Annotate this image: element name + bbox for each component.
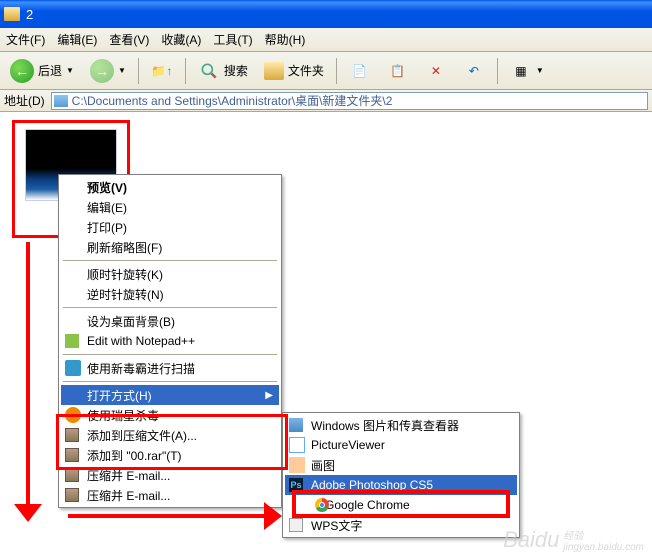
arrow-right-icon: ▶ (265, 390, 273, 401)
folder-icon (54, 95, 68, 107)
annotation-arrow (26, 242, 30, 512)
menu-favorites[interactable]: 收藏(A) (161, 31, 201, 48)
menu-help[interactable]: 帮助(H) (265, 31, 306, 48)
up-folder-icon: 📁↑ (151, 60, 173, 82)
wps-icon (289, 518, 303, 532)
separator (185, 58, 186, 84)
ctx-open-with[interactable]: 打开方式(H)▶ (61, 385, 279, 405)
tb-move-button[interactable]: 📄 (343, 56, 377, 86)
forward-button[interactable]: → ▼ (84, 56, 132, 86)
sub-wps[interactable]: WPS文字 (285, 515, 517, 535)
ctx-add-archive[interactable]: 添加到压缩文件(A)... (61, 425, 279, 445)
ctx-rotate-cw[interactable]: 顺时针旋转(K) (61, 264, 279, 284)
folders-button[interactable]: 文件夹 (258, 56, 330, 86)
ctx-refresh-thumb[interactable]: 刷新缩略图(F) (61, 237, 279, 257)
separator (63, 354, 277, 355)
ctx-notepad[interactable]: Edit with Notepad++ (61, 331, 279, 351)
back-icon: ← (10, 59, 34, 83)
address-bar: 地址(D) C:\Documents and Settings\Administ… (0, 90, 652, 112)
open-with-submenu: Windows 图片和传真查看器 PictureViewer 画图 PsAdob… (282, 412, 520, 538)
address-path: C:\Documents and Settings\Administrator\… (72, 92, 393, 109)
annotation-arrow-head (14, 504, 42, 522)
forward-icon: → (90, 59, 114, 83)
sub-windows-viewer[interactable]: Windows 图片和传真查看器 (285, 415, 517, 435)
tb-delete-button[interactable]: ✕ (419, 56, 453, 86)
ctx-set-bg[interactable]: 设为桌面背景(B) (61, 311, 279, 331)
up-button[interactable]: 📁↑ (145, 56, 179, 86)
sub-chrome[interactable]: Google Chrome (285, 495, 517, 515)
separator (138, 58, 139, 84)
sub-picture-viewer[interactable]: PictureViewer (285, 435, 517, 455)
address-label: 地址(D) (4, 92, 45, 109)
menu-tools[interactable]: 工具(T) (213, 31, 252, 48)
ctx-add-rar[interactable]: 添加到 "00.rar"(T) (61, 445, 279, 465)
context-menu: 预览(V) 编辑(E) 打印(P) 刷新缩略图(F) 顺时针旋转(K) 逆时针旋… (58, 174, 282, 508)
tb-copy-button[interactable]: 📋 (381, 56, 415, 86)
rar-icon (65, 448, 79, 462)
watermark: Baidu 经验jingyan.baidu.com (503, 527, 644, 553)
chrome-icon (315, 498, 329, 512)
separator (63, 381, 277, 382)
rar-icon (65, 428, 79, 442)
ctx-compress-email2[interactable]: 压缩并 E-mail... (61, 485, 279, 505)
separator (336, 58, 337, 84)
menu-file[interactable]: 文件(F) (6, 31, 45, 48)
content-area: 00 预览(V) 编辑(E) 打印(P) 刷新缩略图(F) 顺时针旋转(K) 逆… (0, 112, 652, 559)
scan2-icon (65, 407, 81, 423)
ctx-edit[interactable]: 编辑(E) (61, 197, 279, 217)
tb-undo-button[interactable]: ↶ (457, 56, 491, 86)
delete-icon: ✕ (425, 60, 447, 82)
window-title: 2 (26, 7, 33, 22)
toolbar: ← 后退 ▼ → ▼ 📁↑ 搜索 文件夹 📄 📋 ✕ ↶ ▦ ▼ (0, 52, 652, 90)
back-button[interactable]: ← 后退 ▼ (4, 56, 80, 86)
ctx-rotate-ccw[interactable]: 逆时针旋转(N) (61, 284, 279, 304)
paint-icon (289, 457, 305, 473)
picture-viewer-icon (289, 437, 305, 453)
window-titlebar: 2 (0, 0, 652, 28)
undo-icon: ↶ (463, 60, 485, 82)
address-input[interactable]: C:\Documents and Settings\Administrator\… (51, 92, 648, 110)
views-icon: ▦ (510, 60, 532, 82)
ctx-scan[interactable]: 使用新毒霸进行扫描 (61, 358, 279, 378)
menu-edit[interactable]: 编辑(E) (57, 31, 97, 48)
annotation-arrow (68, 514, 268, 518)
sub-paint[interactable]: 画图 (285, 455, 517, 475)
separator (497, 58, 498, 84)
menu-bar: 文件(F) 编辑(E) 查看(V) 收藏(A) 工具(T) 帮助(H) (0, 28, 652, 52)
folders-icon (264, 62, 284, 80)
views-button[interactable]: ▦ ▼ (504, 56, 550, 86)
search-icon (198, 60, 220, 82)
sub-photoshop[interactable]: PsAdobe Photoshop CS5 (285, 475, 517, 495)
photoshop-icon: Ps (289, 478, 303, 492)
folder-icon (4, 7, 20, 21)
notepad-icon (65, 334, 79, 348)
ctx-print[interactable]: 打印(P) (61, 217, 279, 237)
separator (63, 307, 277, 308)
separator (63, 260, 277, 261)
rar-icon (65, 488, 79, 502)
menu-view[interactable]: 查看(V) (109, 31, 149, 48)
image-viewer-icon (289, 418, 303, 432)
scan-icon (65, 360, 81, 376)
move-icon: 📄 (349, 60, 371, 82)
ctx-compress-email[interactable]: 压缩并 E-mail... (61, 465, 279, 485)
copy-icon: 📋 (387, 60, 409, 82)
rar-icon (65, 468, 79, 482)
search-button[interactable]: 搜索 (192, 56, 254, 86)
chevron-down-icon: ▼ (118, 66, 126, 75)
ctx-preview[interactable]: 预览(V) (61, 177, 279, 197)
chevron-down-icon: ▼ (66, 66, 74, 75)
ctx-scan2[interactable]: 使用瑞星杀毒 (61, 405, 279, 425)
chevron-down-icon: ▼ (536, 66, 544, 75)
